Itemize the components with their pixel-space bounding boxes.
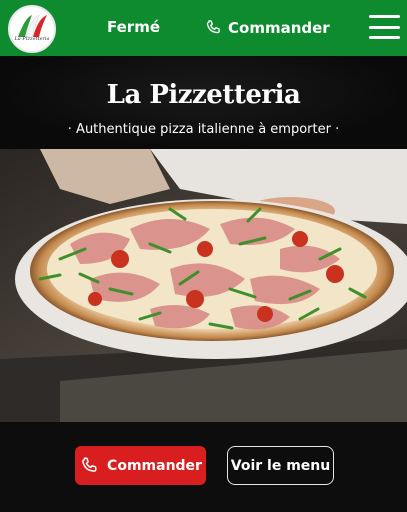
phone-icon [82, 456, 97, 472]
opening-status: Fermé [107, 18, 161, 36]
page-subtitle: · Authentique pizza italienne à emporter… [67, 122, 340, 137]
italian-flag-swoosh-icon [18, 14, 47, 38]
view-menu-button-label: Voir le menu [230, 457, 331, 474]
pizza-photo [0, 149, 407, 422]
order-button[interactable]: Commander [75, 446, 206, 485]
logo[interactable]: La Pizzetteria [8, 5, 56, 53]
page-title: La Pizzetteria [106, 80, 301, 110]
phone-icon [206, 20, 220, 34]
order-link-label: Commander [228, 19, 330, 37]
order-link[interactable]: Commander [204, 15, 330, 41]
order-button-label: Commander [107, 457, 202, 474]
top-navigation-bar: La Pizzetteria Fermé Commander [0, 0, 407, 56]
view-menu-button[interactable]: Voir le menu [227, 446, 334, 485]
logo-text: La Pizzetteria [14, 36, 50, 42]
hamburger-icon[interactable] [369, 15, 400, 39]
